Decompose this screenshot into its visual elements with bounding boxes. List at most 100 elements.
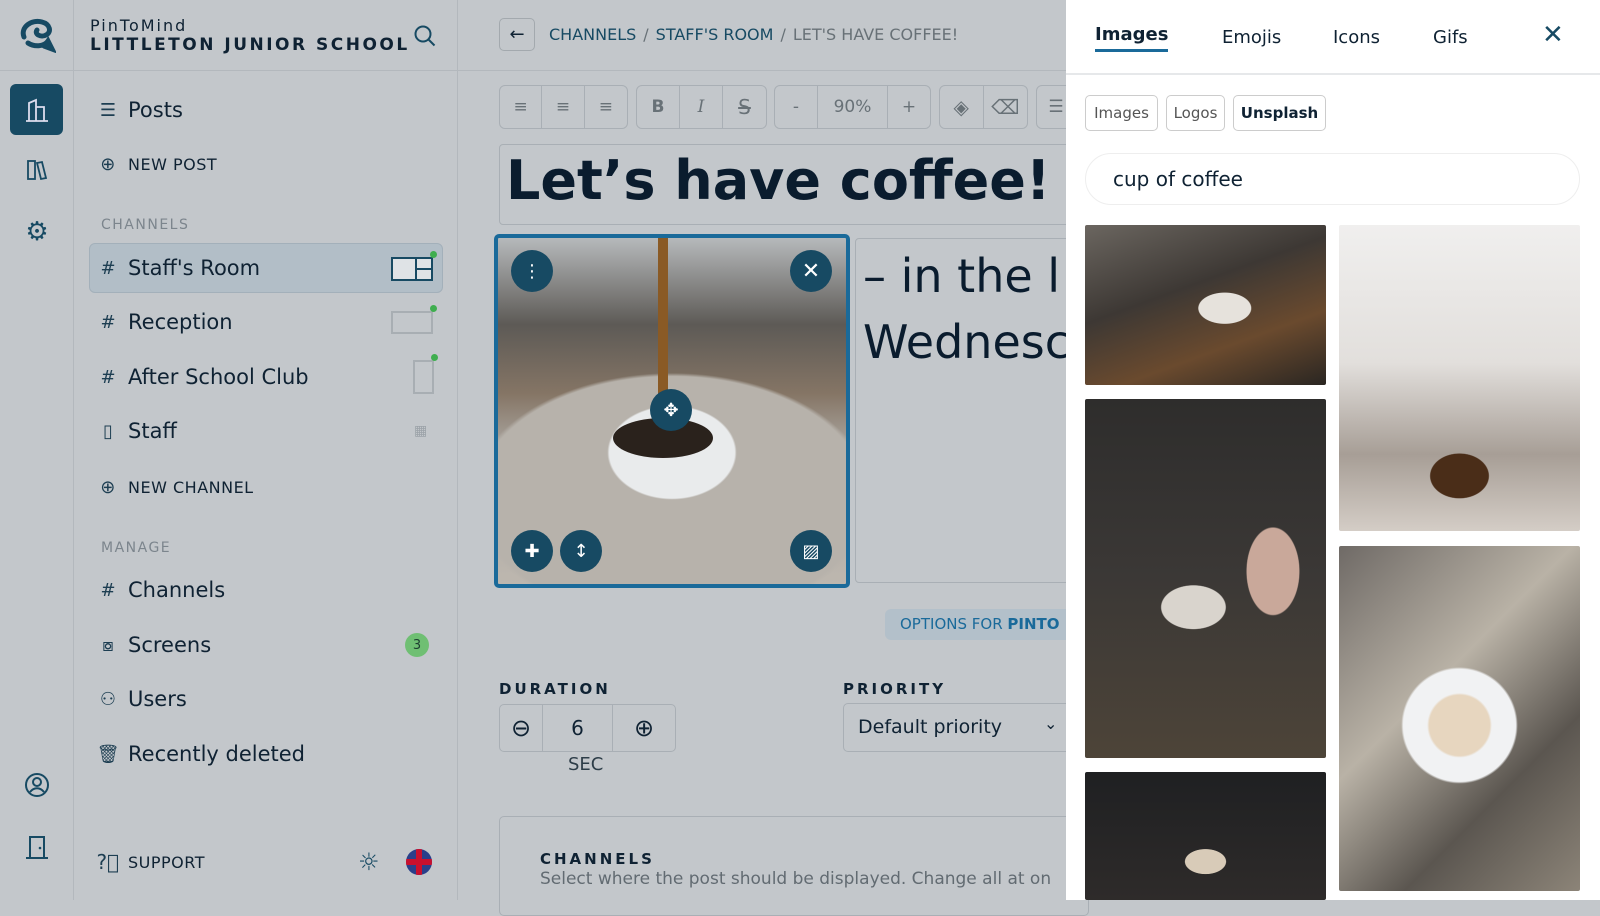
replace-image-button[interactable]: ▨ — [790, 530, 832, 572]
size-group: -90% + — [774, 85, 931, 129]
align-right-button[interactable]: ≡ — [585, 86, 627, 128]
user-circle-icon — [25, 773, 49, 797]
panel-divider — [1066, 73, 1600, 75]
post-title-input[interactable]: Let’s have coffee! — [499, 144, 1079, 225]
close-panel-button[interactable]: ✕ — [1542, 20, 1564, 50]
breadcrumb-staffs-room[interactable]: STAFF'S ROOM — [656, 25, 774, 44]
tab-images[interactable]: Images — [1095, 24, 1169, 52]
increase-duration-button[interactable]: ⊕ — [613, 705, 675, 751]
priority-select[interactable]: Default priority ⌄ — [843, 703, 1073, 752]
unsplash-result-image[interactable] — [1085, 399, 1326, 758]
books-icon — [27, 160, 48, 181]
search-icon — [414, 25, 436, 47]
sidebar-channel-staff[interactable]: ▯ Staff — [98, 417, 177, 445]
close-icon: ✕ — [1542, 20, 1564, 50]
new-channel-button[interactable]: ⊕ NEW CHANNEL — [98, 475, 254, 499]
label: Staff — [128, 419, 177, 443]
phone-icon: ▯ — [103, 420, 113, 442]
sidebar-channel-reception[interactable]: # Reception — [98, 308, 232, 336]
chevron-down-icon: ⌄ — [1044, 714, 1058, 733]
decrease-size-button[interactable]: - — [775, 86, 818, 128]
increase-size-button[interactable]: + — [888, 86, 930, 128]
new-post-button[interactable]: ⊕ NEW POST — [98, 152, 217, 176]
channels-section-desc: Select where the post should be displaye… — [540, 869, 1052, 889]
label: Staff's Room — [128, 256, 261, 280]
unsplash-result-image[interactable] — [1339, 546, 1580, 891]
profile-button[interactable] — [17, 769, 57, 801]
breadcrumb-channels[interactable]: CHANNELS — [549, 25, 636, 44]
back-button[interactable]: ← — [499, 18, 535, 51]
search-button[interactable] — [410, 21, 440, 51]
logo-icon[interactable] — [17, 15, 57, 55]
support-button[interactable]: ?⃝ SUPPORT — [96, 849, 205, 875]
image-icon: ▨ — [802, 540, 820, 562]
clear-format-button[interactable]: ⌫ — [984, 86, 1028, 128]
label: OPTIONS FOR — [900, 615, 1008, 633]
label: Channels — [128, 578, 226, 602]
sep: / — [643, 25, 649, 44]
chip-icon: ⧇ — [102, 634, 114, 656]
zoom-value: 90% — [818, 86, 888, 128]
fill-color-button[interactable]: ◈ — [940, 86, 984, 128]
drag-handle-button[interactable]: ⋮ — [511, 250, 553, 292]
label: After School Club — [128, 365, 309, 389]
unsplash-result-image[interactable] — [1339, 225, 1580, 531]
remove-image-button[interactable]: ✕ — [790, 250, 832, 292]
theme-toggle-sun-icon[interactable]: ☼ — [358, 848, 380, 876]
vertical-arrows-icon: ↕ — [573, 540, 589, 562]
breadcrumb: CHANNELS / STAFF'S ROOM / LET'S HAVE COFFE… — [549, 25, 958, 44]
unsplash-result-image[interactable] — [1085, 772, 1326, 900]
label: SUPPORT — [128, 852, 205, 872]
move-arrows-icon: ✥ — [663, 399, 679, 421]
italic-button[interactable]: I — [680, 86, 723, 128]
layout-portrait-icon — [413, 354, 438, 394]
move-image-button[interactable]: ✥ — [650, 389, 692, 431]
unsplash-result-image[interactable] — [1085, 225, 1326, 385]
help-circle-icon: ?⃝ — [96, 850, 120, 874]
body-line: Wednesc — [863, 315, 1070, 369]
paint-bucket-icon: ◈ — [953, 95, 969, 119]
tab-emojis[interactable]: Emojis — [1222, 27, 1281, 48]
sidebar-item-users[interactable]: ⚇ Users — [98, 685, 187, 713]
label: Posts — [128, 98, 183, 122]
sidebar-item-posts[interactable]: ☰ Posts — [98, 96, 183, 124]
bold-button[interactable]: B — [637, 86, 680, 128]
gear-icon: ⚙ — [25, 217, 49, 247]
align-group: ≡ ≡ ≡ — [499, 85, 628, 129]
label: PINTO — [1007, 615, 1060, 633]
building-icon — [25, 98, 48, 122]
sidebar-item-screens[interactable]: ⧇ Screens — [98, 631, 211, 659]
decrease-duration-button[interactable]: ⊖ — [500, 705, 543, 751]
settings-nav-button[interactable]: ⚙ — [17, 216, 57, 248]
resize-height-button[interactable]: ↕ — [560, 530, 602, 572]
logout-button[interactable] — [17, 831, 57, 863]
language-uk-flag-icon[interactable] — [406, 849, 432, 875]
hash-icon: # — [100, 366, 116, 388]
duration-unit: SEC — [568, 754, 604, 775]
strikethrough-button[interactable]: S — [723, 86, 766, 128]
source-unsplash-chip[interactable]: Unsplash — [1233, 95, 1326, 131]
trash-icon: 🗑 — [96, 743, 120, 765]
source-logos-chip[interactable]: Logos — [1166, 95, 1225, 131]
label: Users — [128, 687, 187, 711]
sidebar-item-recently-deleted[interactable]: 🗑 Recently deleted — [96, 740, 305, 768]
sidebar-channel-after-school-club[interactable]: # After School Club — [98, 363, 309, 391]
align-center-button[interactable]: ≡ — [542, 86, 585, 128]
duration-label: DURATION — [499, 680, 611, 698]
align-left-button[interactable]: ≡ — [500, 86, 543, 128]
sidebar-item-channels[interactable]: # Channels — [98, 576, 225, 604]
sidebar-channel-staffs-room[interactable]: # Staff's Room — [98, 254, 260, 282]
tab-icons[interactable]: Icons — [1333, 27, 1380, 48]
duration-input[interactable]: 6 — [543, 705, 613, 751]
library-nav-button[interactable] — [17, 154, 57, 186]
image-search-input[interactable]: cup of coffee — [1085, 153, 1580, 205]
post-body-input[interactable]: – in the l Wednesc — [855, 238, 1085, 583]
arrow-left-icon: ← — [509, 24, 525, 45]
minus-circle-icon: ⊖ — [510, 714, 532, 742]
home-nav-button[interactable] — [10, 84, 63, 135]
source-images-chip[interactable]: Images — [1085, 95, 1158, 131]
tab-gifs[interactable]: Gifs — [1433, 27, 1468, 48]
fit-image-button[interactable]: ✚ — [511, 530, 553, 572]
options-for-button[interactable]: OPTIONS FOR PINTO — [885, 609, 1085, 640]
channels-heading: CHANNELS — [101, 217, 190, 233]
